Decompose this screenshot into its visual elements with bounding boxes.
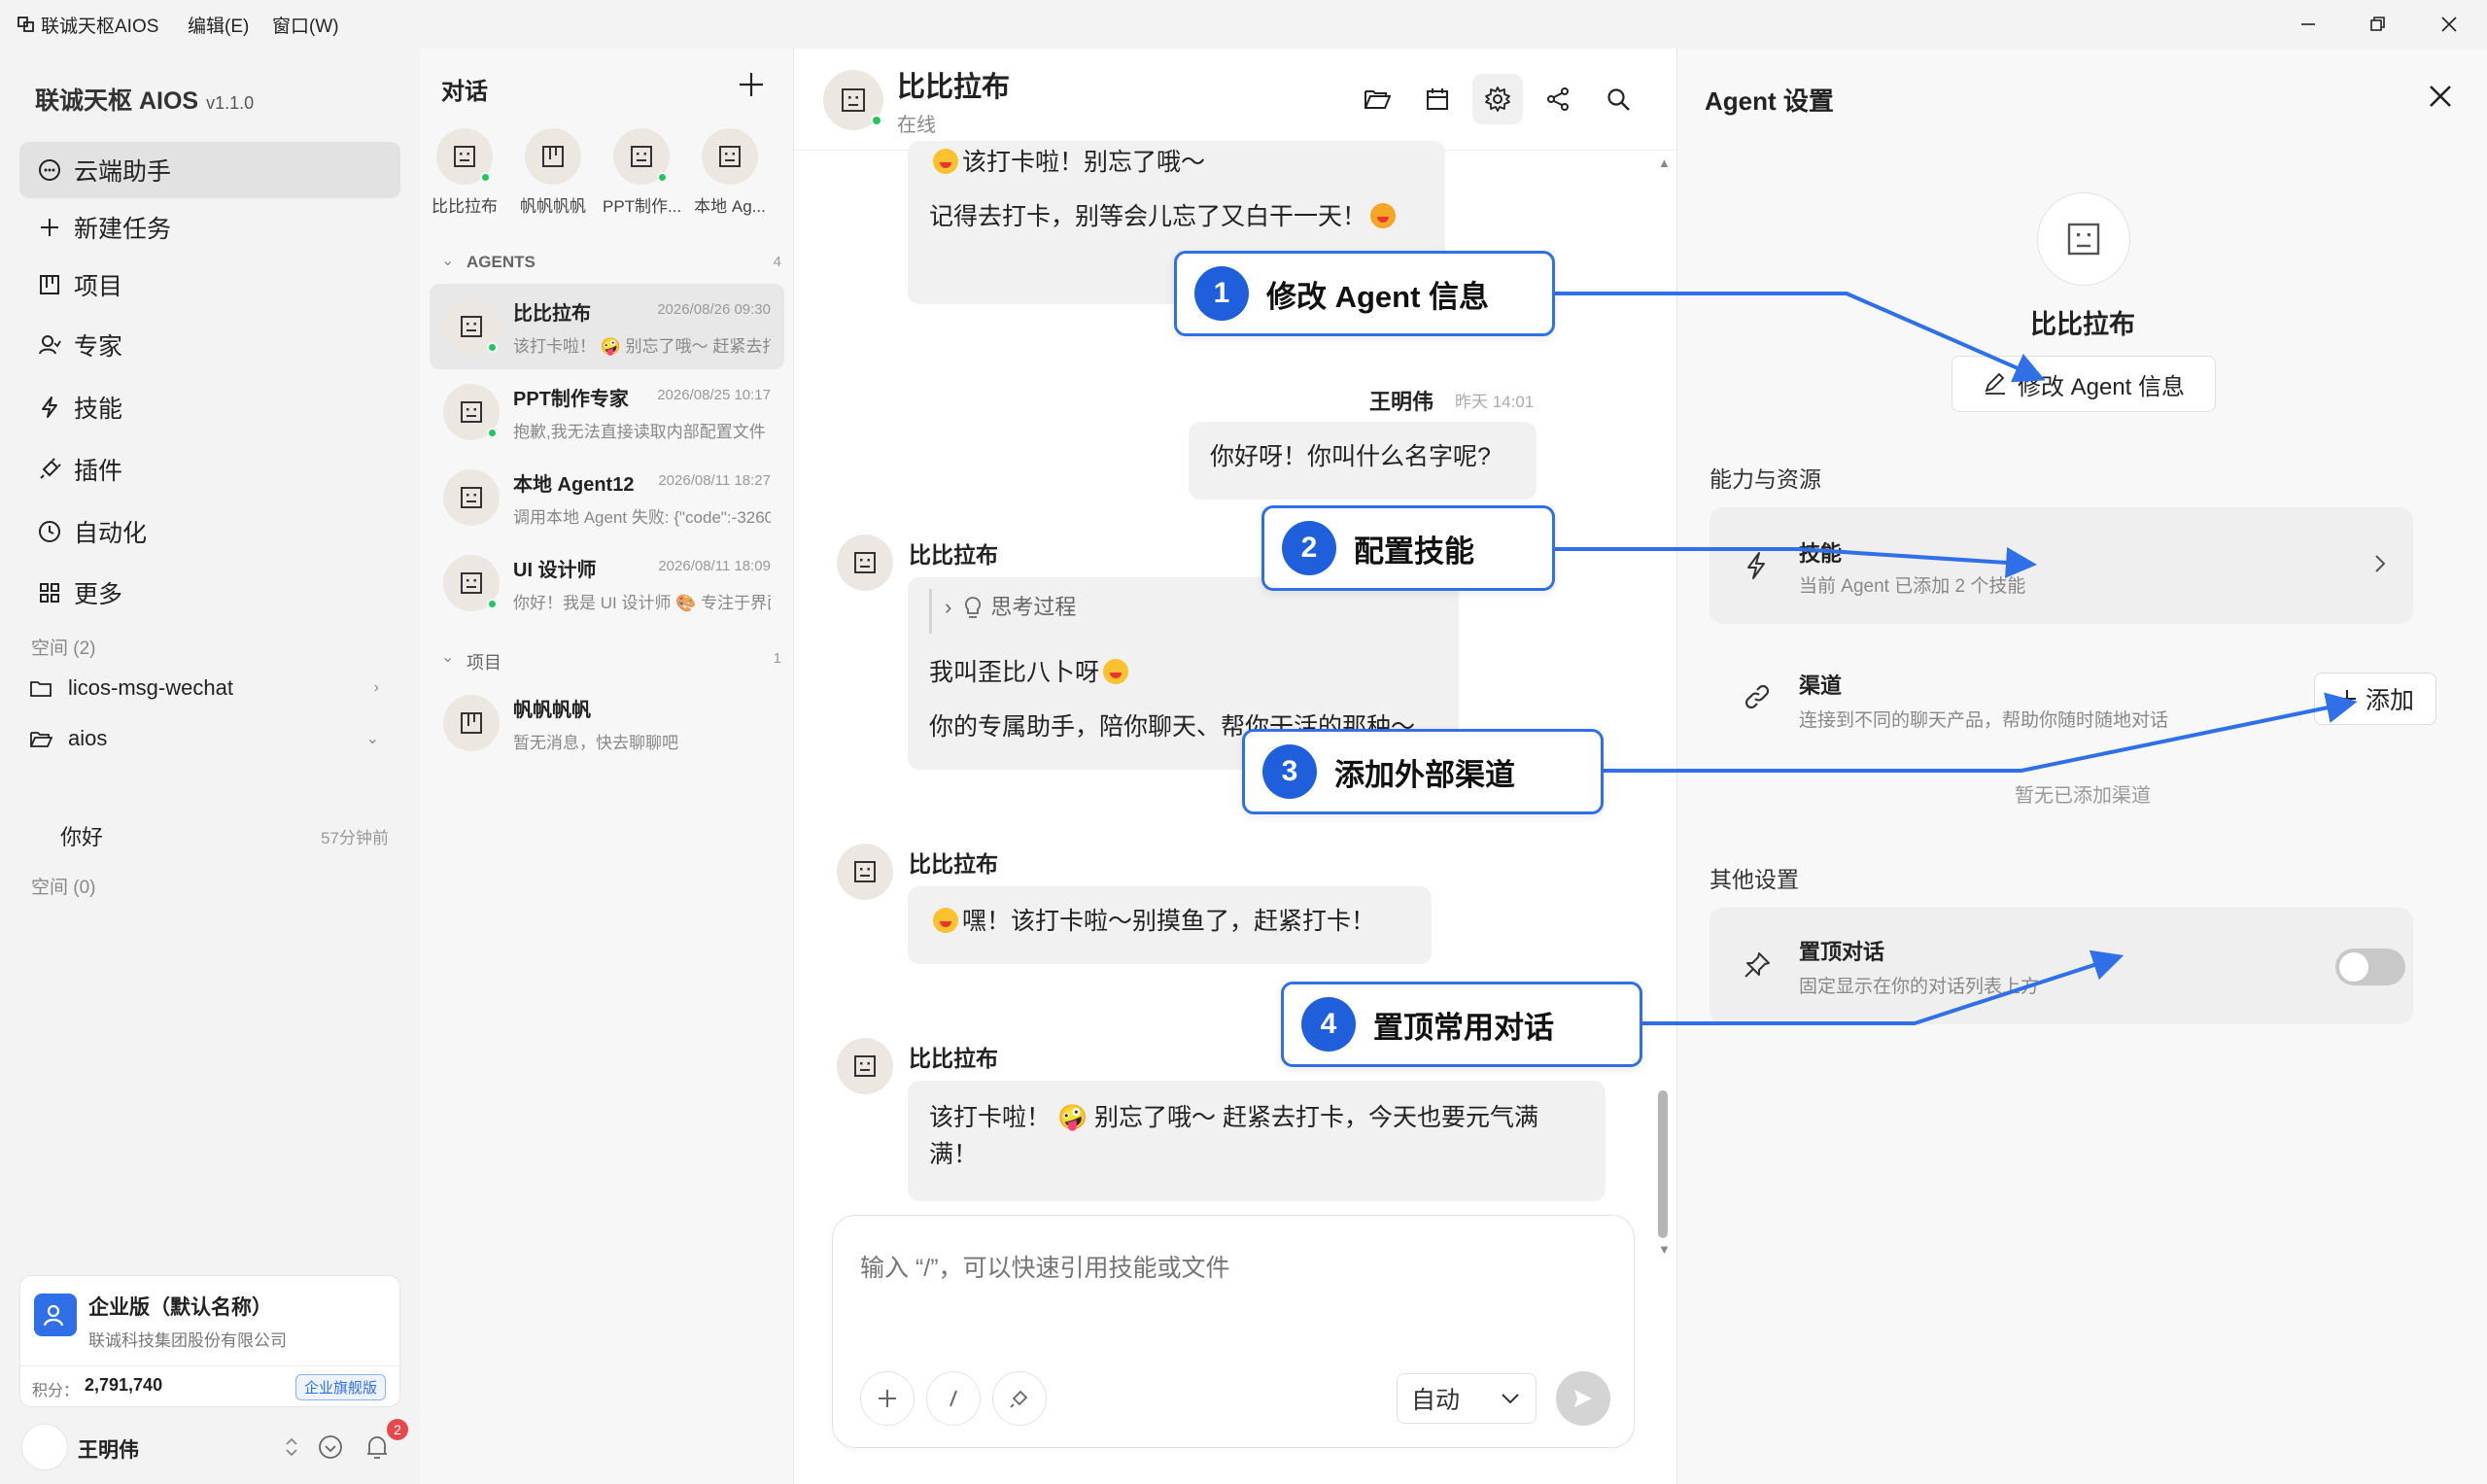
callout-number: 3 <box>1262 744 1317 799</box>
callout-3: 3 添加外部渠道 <box>1242 729 1604 814</box>
callout-1: 1 修改 Agent 信息 <box>1174 251 1555 336</box>
arrow-2 <box>1555 546 2037 578</box>
callout-text: 修改 Agent 信息 <box>1266 279 1490 314</box>
arrow-3 <box>1602 692 2358 773</box>
callout-4: 4 置顶常用对话 <box>1281 982 1642 1067</box>
callout-number: 4 <box>1301 997 1356 1052</box>
callout-text: 添加外部渠道 <box>1334 757 1515 792</box>
arrow-4 <box>1642 949 2124 1025</box>
arrow-1 <box>1553 292 2046 383</box>
callout-number: 1 <box>1194 266 1249 321</box>
callout-number: 2 <box>1282 521 1336 575</box>
callout-2: 2 配置技能 <box>1261 505 1555 591</box>
callout-text: 配置技能 <box>1354 534 1474 569</box>
callout-text: 置顶常用对话 <box>1373 1010 1554 1045</box>
